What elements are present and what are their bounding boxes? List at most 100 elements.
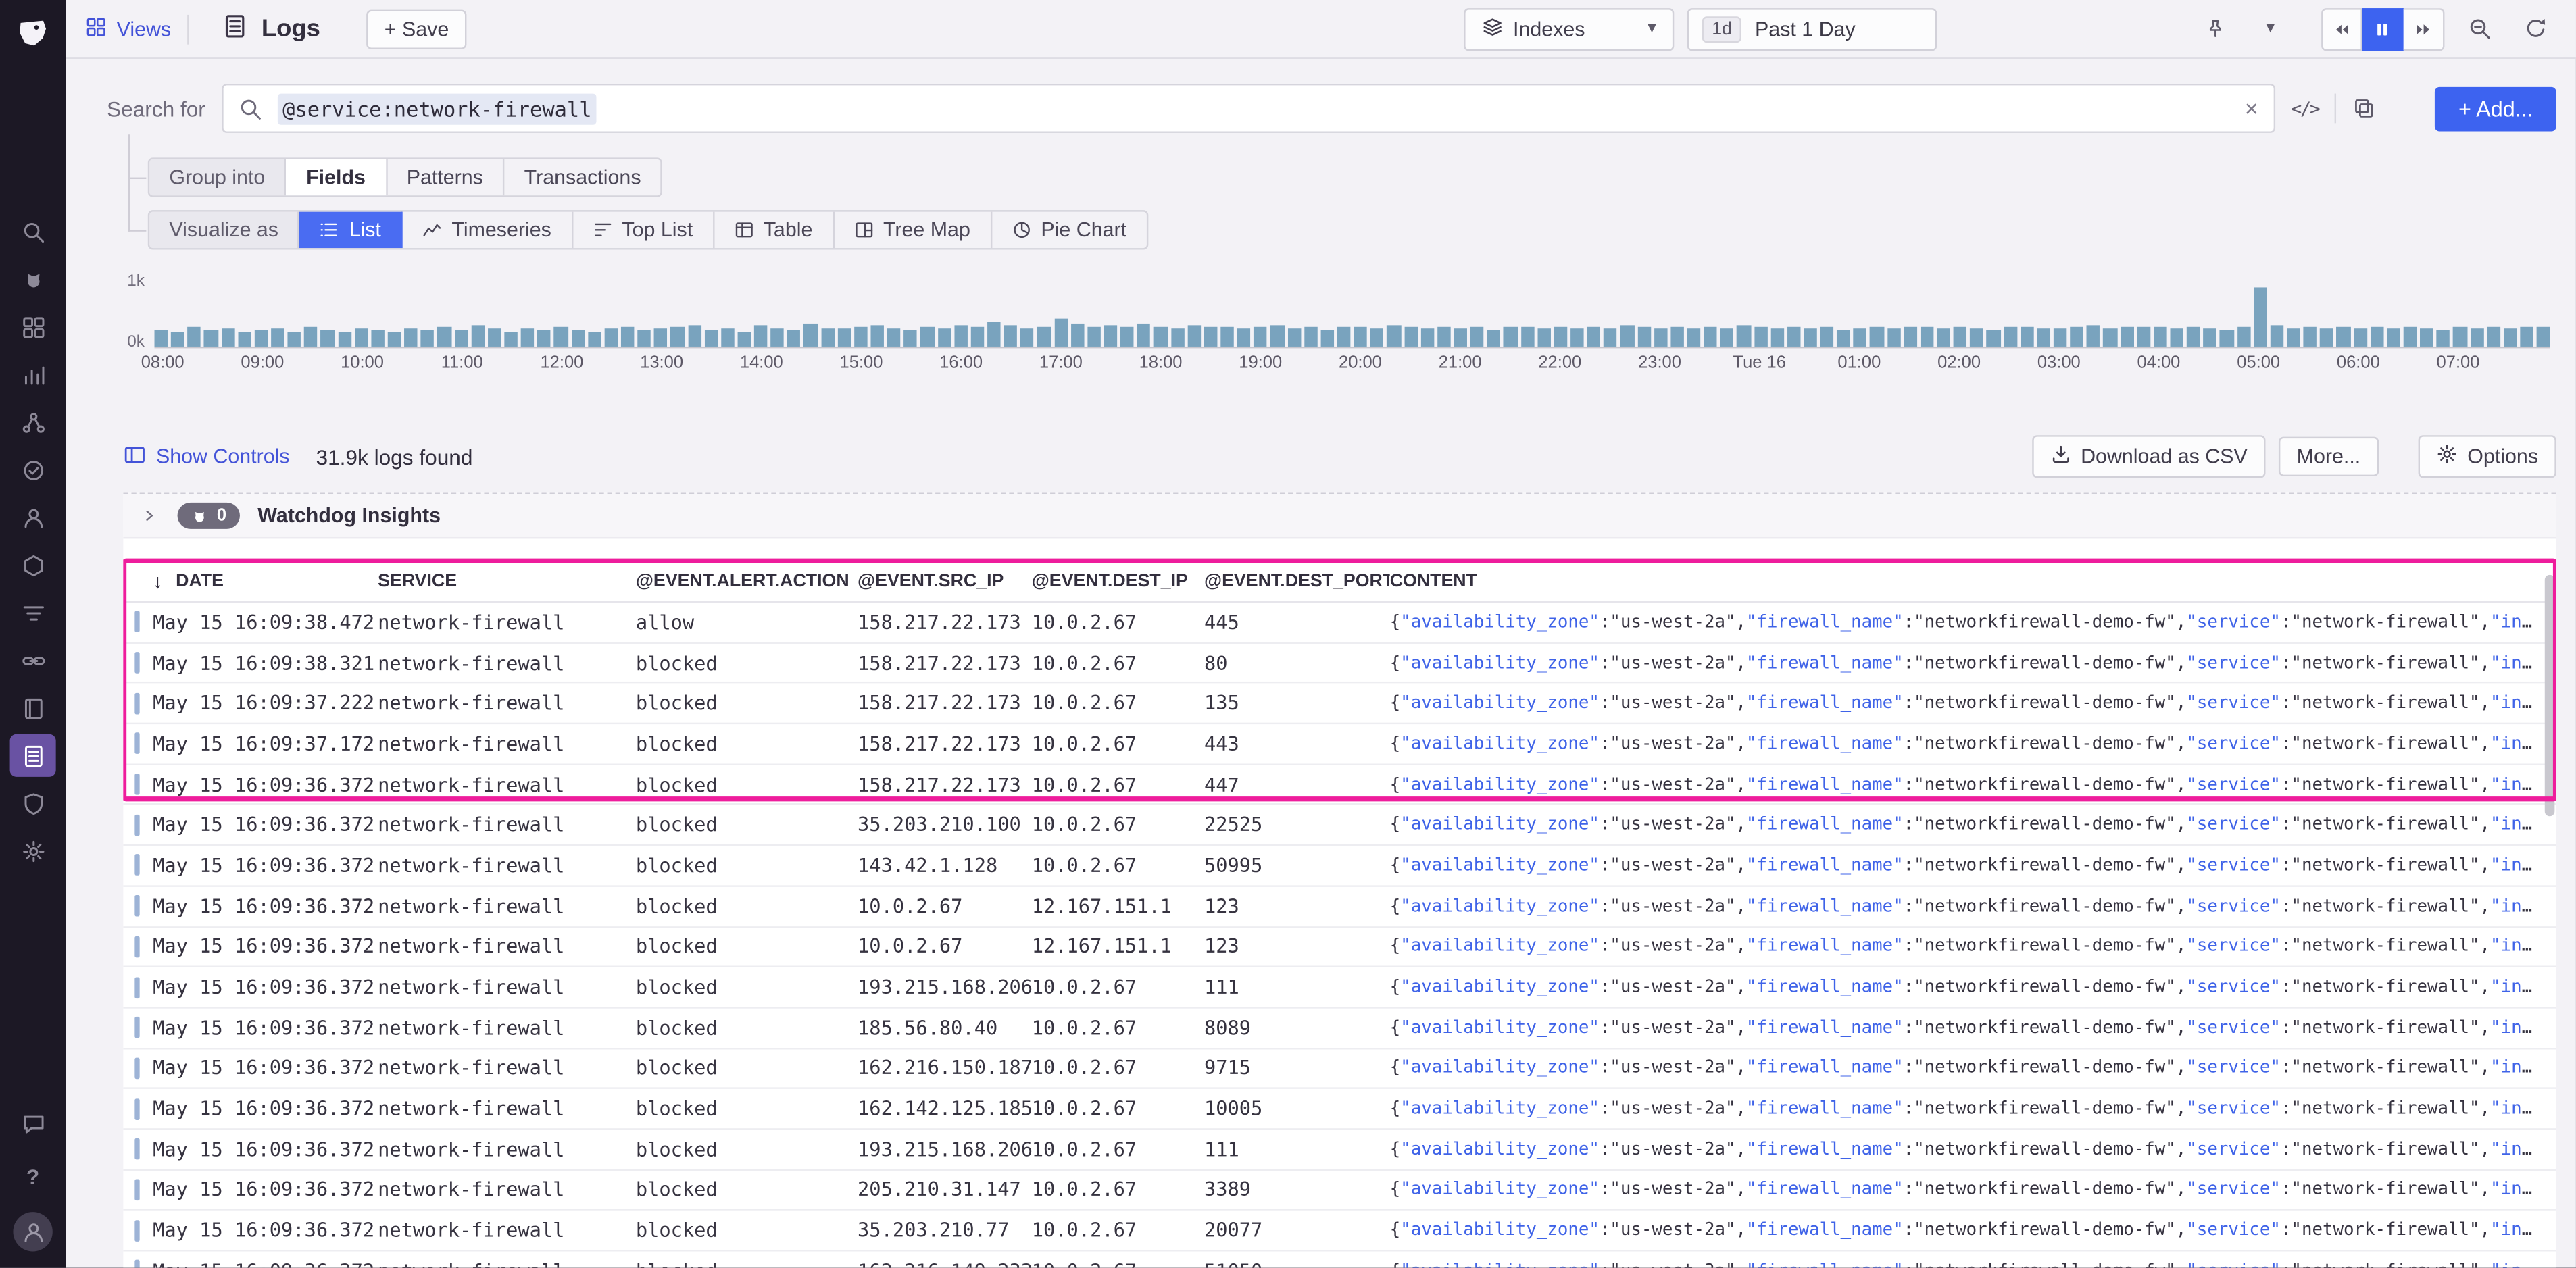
refresh-icon[interactable] [2514, 7, 2556, 50]
histogram-bar[interactable] [1620, 325, 1634, 347]
histogram-bar[interactable] [887, 328, 901, 347]
histogram-bar[interactable] [1387, 324, 1401, 347]
histogram-bar[interactable] [2020, 327, 2034, 347]
search-query-token[interactable]: @service:network-firewall [277, 93, 597, 124]
histogram-bar[interactable] [287, 331, 301, 347]
viz-option-pie-chart[interactable]: Pie Chart [991, 212, 1146, 248]
histogram-bar[interactable] [1654, 328, 1668, 347]
log-row[interactable]: May 15 16:09:36.372network-firewallblock… [123, 1170, 2556, 1211]
histogram-bar[interactable] [1054, 319, 1068, 347]
sidebar-item-notebooks-icon[interactable] [10, 686, 56, 729]
histogram-bar[interactable] [554, 327, 568, 347]
viz-option-tree-map[interactable]: Tree Map [834, 211, 992, 249]
histogram-bar[interactable] [1787, 326, 1801, 347]
histogram-bar[interactable] [2187, 326, 2200, 347]
histogram-bar[interactable] [1737, 325, 1751, 347]
histogram-bar[interactable] [2220, 329, 2234, 347]
column-header-content[interactable]: CONTENT [1390, 572, 2556, 591]
histogram-bar[interactable] [2287, 328, 2300, 347]
histogram-bar[interactable] [304, 326, 318, 347]
histogram-bar[interactable] [254, 330, 268, 347]
histogram-bar[interactable] [2237, 326, 2250, 347]
histogram-bar[interactable] [1920, 326, 1934, 347]
histogram-bar[interactable] [620, 326, 635, 347]
histogram-bar[interactable] [470, 326, 485, 347]
histogram-bar[interactable] [1337, 327, 1351, 347]
rewind-button[interactable] [2321, 7, 2362, 51]
histogram-bar[interactable] [1204, 327, 1218, 347]
histogram-bar[interactable] [2403, 326, 2417, 347]
histogram-bar[interactable] [570, 330, 585, 347]
histogram-bar[interactable] [937, 328, 951, 347]
histogram-bar[interactable] [2303, 326, 2317, 347]
histogram-bar[interactable] [1504, 326, 1518, 347]
histogram-bar[interactable] [1220, 326, 1235, 347]
histogram-bar[interactable] [787, 330, 801, 347]
sort-desc-icon[interactable]: ↓ [153, 570, 163, 593]
fast-forward-button[interactable] [2403, 7, 2445, 51]
sidebar-chat-icon[interactable] [10, 1102, 56, 1144]
watchdog-insights-row[interactable]: 0 Watchdog Insights [123, 492, 2556, 539]
histogram-bar[interactable] [1370, 328, 1384, 347]
zoom-out-icon[interactable] [2458, 7, 2500, 50]
histogram-bar[interactable] [1804, 328, 1817, 347]
histogram-bar[interactable] [1570, 328, 1584, 347]
histogram-bar[interactable] [171, 331, 184, 347]
sidebar-item-security-icon[interactable] [10, 782, 56, 824]
histogram-bar[interactable] [2536, 327, 2550, 347]
copy-icon[interactable] [2353, 97, 2376, 120]
histogram-bar[interactable] [2353, 328, 2367, 347]
histogram-bar[interactable] [770, 328, 785, 347]
histogram-bar[interactable] [1837, 329, 1851, 347]
histogram-bar[interactable] [1404, 327, 1418, 347]
histogram-bar[interactable] [2470, 328, 2484, 347]
log-row[interactable]: May 15 16:09:36.372network-firewallblock… [123, 1089, 2556, 1130]
histogram-bar[interactable] [2070, 326, 2084, 347]
show-controls-button[interactable]: Show Controls [123, 442, 290, 470]
sidebar-item-synthetics-icon[interactable] [10, 449, 56, 491]
histogram-bar[interactable] [1087, 326, 1101, 347]
clear-search-icon[interactable]: × [2245, 95, 2258, 122]
histogram-bar[interactable] [1754, 327, 1767, 347]
viz-option-list[interactable]: List [299, 211, 403, 249]
histogram-bar[interactable] [1970, 328, 1984, 347]
histogram-bar[interactable] [1154, 326, 1168, 347]
log-row[interactable]: May 15 16:09:36.372network-firewallblock… [123, 1251, 2556, 1268]
histogram-bar[interactable] [2253, 287, 2267, 347]
histogram-bar[interactable] [420, 330, 435, 347]
histogram-bar[interactable] [487, 329, 501, 347]
histogram-bar[interactable] [1304, 326, 1318, 347]
histogram-bar[interactable] [1437, 326, 1451, 347]
histogram-bar[interactable] [1170, 328, 1185, 347]
column-header--event-dest-ip[interactable]: @EVENT.DEST_IP [1032, 572, 1204, 591]
sidebar-item-apm-icon[interactable] [10, 401, 56, 443]
save-button[interactable]: + Save [366, 9, 468, 49]
histogram-bar[interactable] [520, 328, 535, 347]
histogram-bar[interactable] [2420, 328, 2434, 347]
sidebar-item-infrastructure-icon[interactable] [10, 544, 56, 586]
histogram-bar[interactable] [2453, 327, 2467, 347]
histogram-bar[interactable] [1287, 328, 1301, 347]
histogram-bar[interactable] [2120, 327, 2134, 347]
histogram-bar[interactable] [1487, 329, 1501, 347]
pause-button[interactable] [2362, 7, 2404, 51]
tab-patterns[interactable]: Patterns [387, 159, 505, 196]
histogram-bar[interactable] [2137, 326, 2151, 347]
histogram-bar[interactable] [704, 330, 718, 347]
log-row[interactable]: May 15 16:09:36.372network-firewallblock… [123, 886, 2556, 928]
histogram-bar[interactable] [2436, 329, 2450, 347]
query-syntax-icon[interactable]: </> [2291, 98, 2320, 120]
log-row[interactable]: May 15 16:09:36.372network-firewallblock… [123, 765, 2556, 806]
log-row[interactable]: May 15 16:09:36.372network-firewallblock… [123, 1008, 2556, 1049]
histogram-bar[interactable] [1520, 327, 1534, 347]
viz-option-timeseries[interactable]: Timeseries [402, 211, 573, 249]
histogram-bar[interactable] [1104, 324, 1118, 347]
log-row[interactable]: May 15 16:09:36.372network-firewallblock… [123, 967, 2556, 1009]
download-csv-button[interactable]: Download as CSV [2031, 435, 2266, 478]
histogram-bar[interactable] [604, 328, 618, 347]
histogram-bar[interactable] [970, 327, 985, 347]
histogram-bar[interactable] [1637, 327, 1651, 347]
column-header-service[interactable]: SERVICE [378, 572, 636, 591]
viz-option-top-list[interactable]: Top List [573, 211, 714, 249]
histogram-bar[interactable] [803, 324, 818, 347]
